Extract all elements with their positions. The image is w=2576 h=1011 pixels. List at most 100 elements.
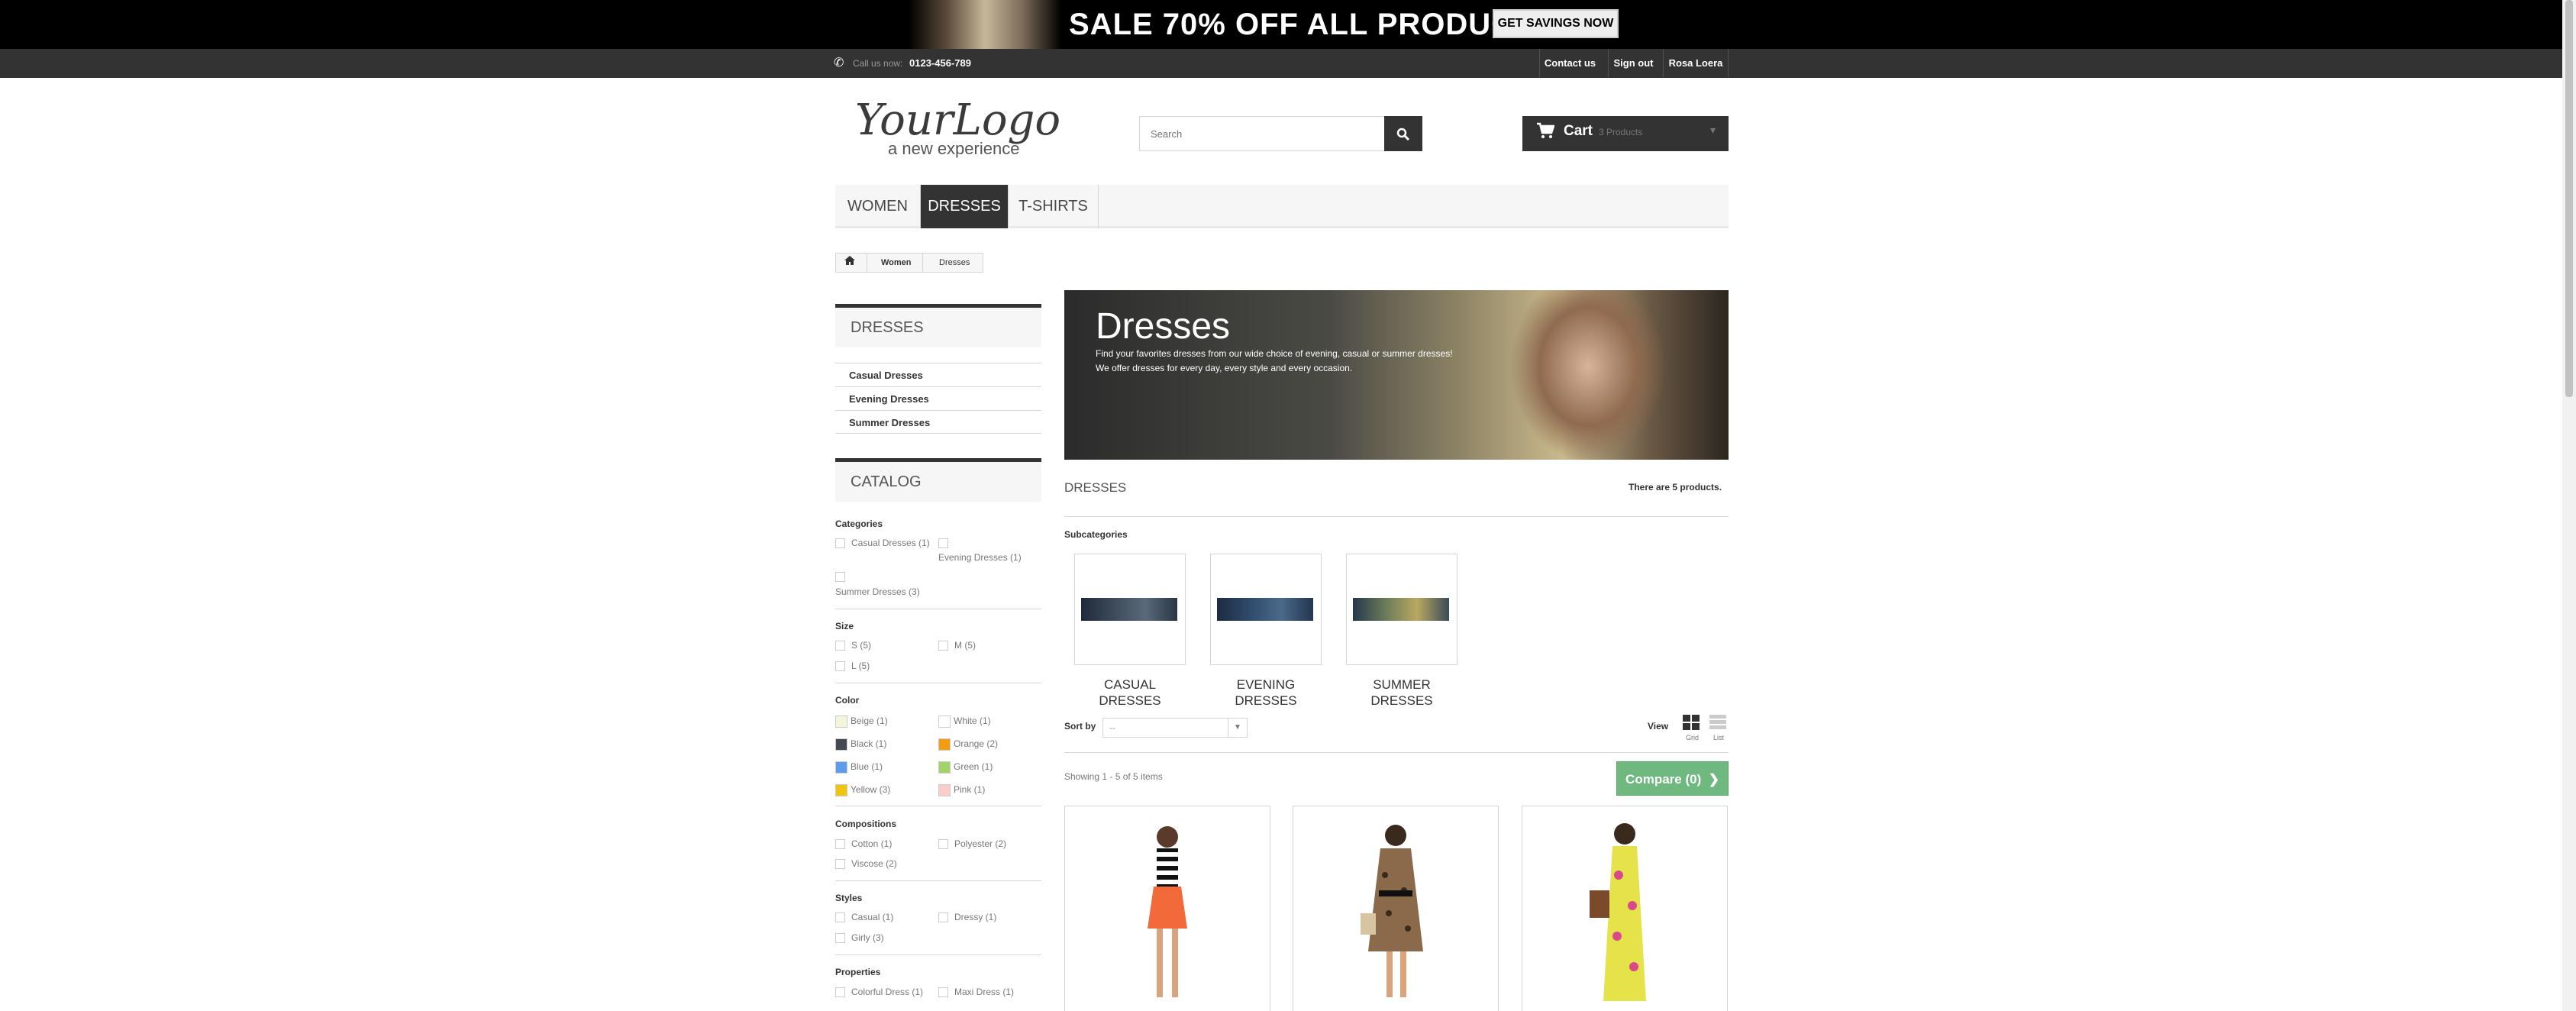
- menu-item-tshirts[interactable]: T-SHIRTS: [1009, 185, 1099, 228]
- promo-text: SALE 70% OFF ALL PRODUCTS: [1069, 8, 1555, 41]
- filter-color-orange[interactable]: Orange (2): [938, 737, 998, 751]
- site-logo[interactable]: YourLogo a new experience: [854, 95, 1071, 160]
- breadcrumb-dresses: Dresses: [939, 258, 970, 267]
- list-view-icon[interactable]: [1709, 714, 1729, 732]
- color-swatch[interactable]: [938, 783, 951, 796]
- filter-polyester[interactable]: Polyester (2): [938, 837, 1006, 851]
- subcategory-summer-label[interactable]: SUMMER DRESSES: [1346, 677, 1457, 709]
- grid-view-label[interactable]: Grid: [1686, 734, 1699, 741]
- list-view-label[interactable]: List: [1713, 734, 1724, 741]
- checkbox[interactable]: [835, 933, 845, 944]
- chevron-right-icon: ❯: [1708, 772, 1719, 787]
- filter-categories-title: Categories: [835, 518, 883, 529]
- checkbox[interactable]: [938, 641, 948, 651]
- filter-label: Pink (1): [954, 784, 986, 795]
- chevron-down-icon: ▾: [1710, 124, 1716, 136]
- chevron-down-icon[interactable]: ▼: [1228, 719, 1247, 737]
- logo-tagline: a new experience: [888, 139, 1019, 158]
- product-card[interactable]: [1293, 806, 1499, 1011]
- page-title: DRESSES: [1064, 480, 1127, 495]
- checkbox[interactable]: [938, 537, 954, 551]
- color-swatch[interactable]: [938, 761, 951, 774]
- filter-cotton[interactable]: Cotton (1): [835, 837, 892, 851]
- checkbox[interactable]: [835, 839, 845, 850]
- filter-color-white[interactable]: White (1): [938, 714, 991, 728]
- filter-label: Polyester (2): [954, 838, 1007, 849]
- filter-size-s[interactable]: S (5): [835, 638, 871, 652]
- subcategory-name-line2: DRESSES: [1370, 693, 1433, 708]
- filter-color-blue[interactable]: Blue (1): [835, 760, 883, 774]
- product-card[interactable]: [1064, 806, 1270, 1011]
- filter-color-yellow[interactable]: Yellow (3): [835, 783, 890, 796]
- checkbox[interactable]: [938, 912, 948, 923]
- filter-properties-title: Properties: [835, 967, 881, 977]
- filter-label: M (5): [954, 640, 976, 651]
- menu-item-dresses[interactable]: DRESSES: [921, 185, 1009, 228]
- filter-casual-dresses[interactable]: Casual Dresses (1): [835, 536, 930, 550]
- call-us-label: Call us now:: [853, 58, 903, 69]
- subcategory-casual-label[interactable]: CASUAL DRESSES: [1074, 677, 1186, 709]
- get-savings-button[interactable]: GET SAVINGS NOW: [1493, 9, 1619, 38]
- filter-label: Casual (1): [851, 912, 894, 922]
- top-nav-bar: [0, 49, 2562, 78]
- filter-girly[interactable]: Girly (3): [835, 931, 884, 945]
- filter-color-title: Color: [835, 695, 860, 706]
- filter-maxi-dress[interactable]: Maxi Dress (1): [938, 985, 1014, 999]
- logo-text: YourLogo: [855, 95, 1060, 145]
- color-swatch[interactable]: [835, 783, 847, 796]
- filter-size-m[interactable]: M (5): [938, 638, 976, 652]
- category-banner-model: [1512, 290, 1664, 460]
- category-title: Dresses: [1096, 306, 1231, 347]
- sidebar-item-evening-dresses[interactable]: Evening Dresses: [835, 386, 1041, 410]
- checkbox[interactable]: [938, 839, 948, 850]
- compare-button[interactable]: Compare (0) ❯: [1616, 761, 1729, 796]
- divider: [835, 954, 1041, 955]
- phone-icon: ✆: [834, 57, 844, 69]
- search-button[interactable]: [1384, 116, 1422, 151]
- checkbox[interactable]: [835, 641, 845, 651]
- checkbox[interactable]: [938, 987, 948, 998]
- checkbox[interactable]: [835, 570, 851, 584]
- sidebar-item-casual-dresses[interactable]: Casual Dresses: [835, 363, 1041, 386]
- breadcrumb-divider: [922, 253, 923, 273]
- filter-evening-dresses[interactable]: Evening Dresses (1): [938, 551, 1022, 564]
- scrollbar-thumb[interactable]: [2565, 0, 2573, 397]
- checkbox[interactable]: [835, 661, 845, 672]
- sort-select[interactable]: --: [1102, 718, 1248, 738]
- breadcrumb-women[interactable]: Women: [881, 254, 912, 272]
- filter-casual[interactable]: Casual (1): [835, 910, 893, 924]
- color-swatch[interactable]: [938, 715, 951, 728]
- subcategory-name-line2: DRESSES: [1235, 693, 1297, 708]
- filter-color-pink[interactable]: Pink (1): [938, 783, 985, 796]
- subcategory-evening-label[interactable]: EVENING DRESSES: [1210, 677, 1322, 709]
- account-link[interactable]: Rosa Loera: [1663, 49, 1729, 78]
- home-icon[interactable]: [844, 255, 859, 270]
- filter-label: Colorful Dress (1): [851, 987, 924, 997]
- filter-label: Black (1): [851, 738, 887, 749]
- filter-color-black[interactable]: Black (1): [835, 737, 886, 751]
- color-swatch[interactable]: [835, 761, 847, 774]
- filter-dressy[interactable]: Dressy (1): [938, 910, 996, 924]
- filter-size-l[interactable]: L (5): [835, 659, 870, 673]
- filter-viscose[interactable]: Viscose (2): [835, 857, 897, 870]
- checkbox[interactable]: [835, 859, 845, 870]
- checkbox[interactable]: [835, 987, 845, 998]
- sidebar-item-summer-dresses[interactable]: Summer Dresses: [835, 410, 1041, 434]
- product-card[interactable]: [1522, 806, 1728, 1011]
- grid-view-icon[interactable]: [1682, 714, 1702, 732]
- filter-colorful-dress[interactable]: Colorful Dress (1): [835, 985, 923, 999]
- contact-us-link[interactable]: Contact us: [1539, 49, 1600, 78]
- filter-summer-dresses[interactable]: Summer Dresses (3): [835, 585, 920, 599]
- checkbox[interactable]: [835, 912, 845, 923]
- sidebar-dresses-title: DRESSES: [835, 304, 1041, 347]
- filter-color-beige[interactable]: Beige (1): [835, 714, 888, 728]
- checkbox[interactable]: [835, 538, 845, 549]
- sign-out-link[interactable]: Sign out: [1608, 49, 1658, 78]
- color-swatch[interactable]: [938, 738, 951, 751]
- menu-item-women[interactable]: WOMEN: [835, 185, 921, 228]
- color-swatch[interactable]: [835, 738, 847, 751]
- search-input[interactable]: [1139, 116, 1385, 151]
- color-swatch[interactable]: [835, 715, 847, 728]
- filter-label: Yellow (3): [851, 784, 891, 795]
- filter-color-green[interactable]: Green (1): [938, 760, 993, 774]
